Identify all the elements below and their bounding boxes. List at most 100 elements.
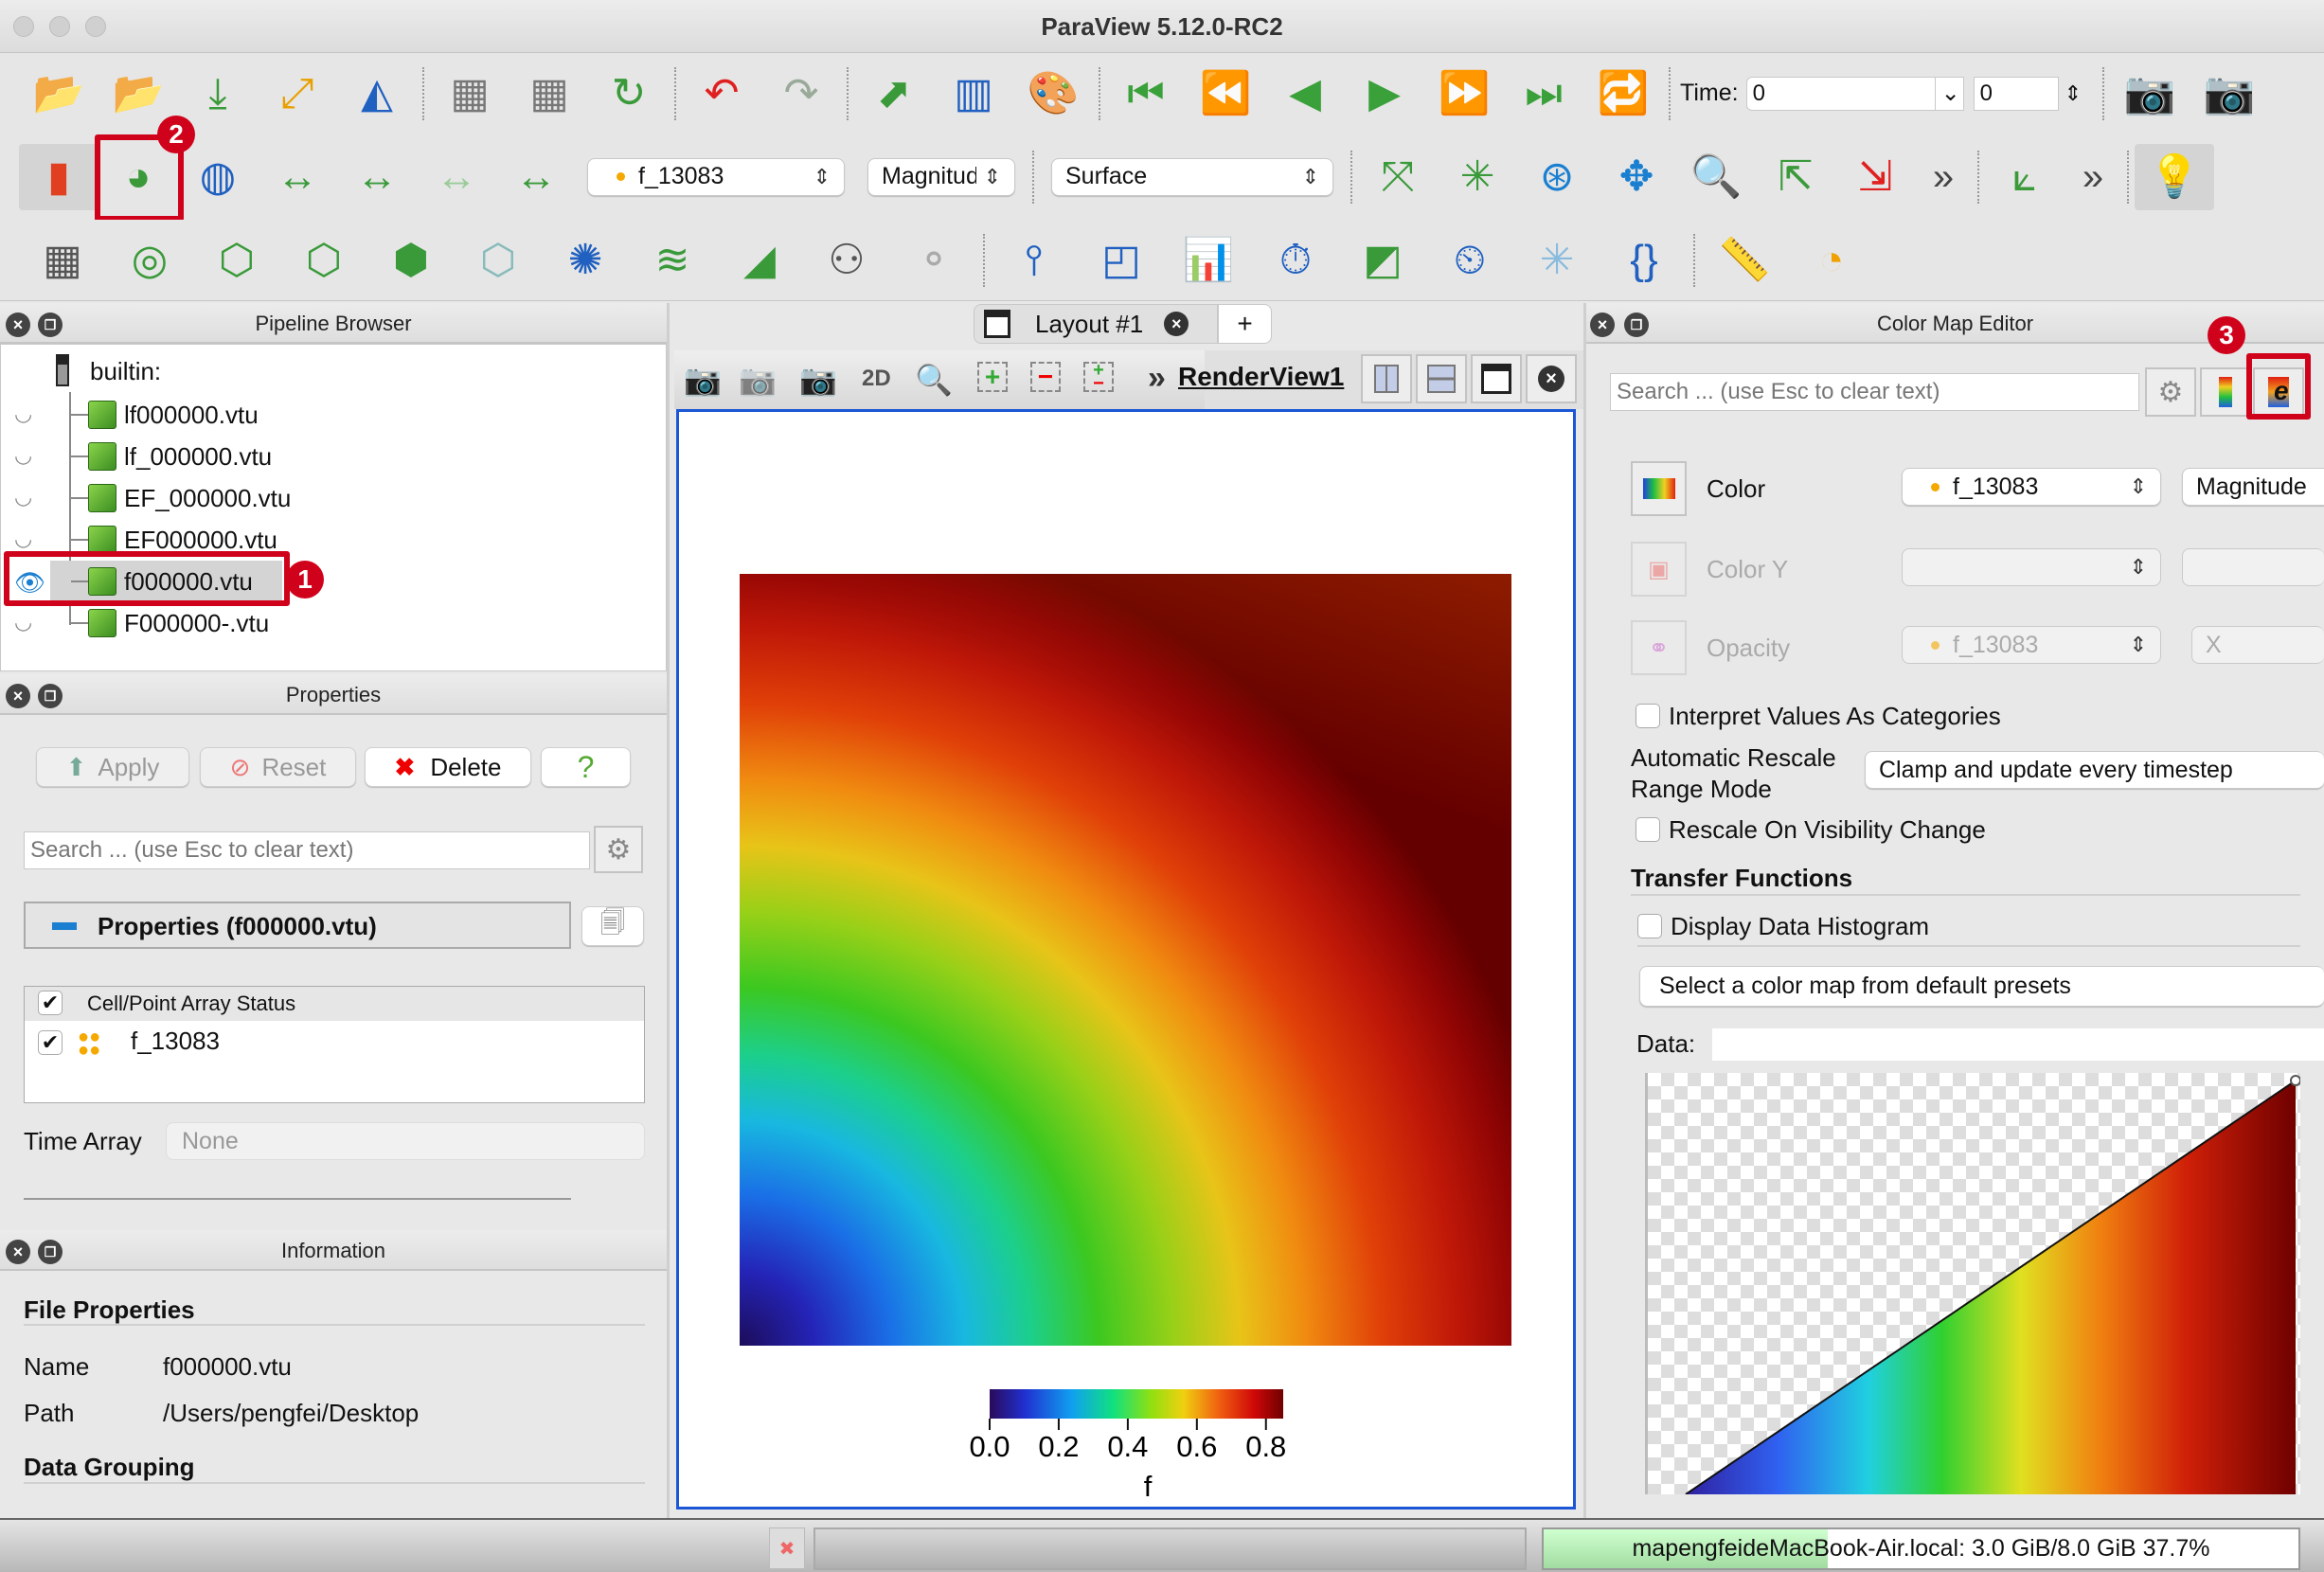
close-panel-icon[interactable]: × xyxy=(6,313,30,337)
close-panel-icon[interactable]: × xyxy=(6,684,30,708)
view-x-icon[interactable]: ⊛ xyxy=(1517,144,1597,210)
data-range-field[interactable] xyxy=(1712,1028,2324,1061)
close-window-button[interactable] xyxy=(13,16,34,37)
interpret-categories-checkbox[interactable] xyxy=(1636,704,1660,728)
auto-rescale-select[interactable]: Clamp and update every timestep xyxy=(1865,751,2324,789)
more-toolbar-button-2[interactable]: » xyxy=(2065,144,2121,210)
color-legend-icon[interactable]: ▮ xyxy=(19,143,98,210)
select-points-icon[interactable]: ◰ xyxy=(1078,227,1165,294)
toggle-selection-icon[interactable]: + − xyxy=(1083,361,1114,393)
plot-over-time-icon[interactable]: ⏱ xyxy=(1252,227,1339,294)
close-panel-icon[interactable]: × xyxy=(6,1240,30,1264)
transfer-function-plot[interactable] xyxy=(1648,1073,2300,1494)
last-frame-icon[interactable]: ⏭ xyxy=(1504,61,1583,127)
help-button[interactable]: ? xyxy=(541,747,631,787)
time-dropdown-chevron-icon[interactable]: ⌄ xyxy=(1935,76,1964,111)
advanced-settings-gear-icon[interactable]: ⚙ xyxy=(594,826,643,873)
ruler-icon[interactable]: 📏 xyxy=(1701,227,1788,294)
threshold-icon[interactable]: ⬢ xyxy=(367,227,455,294)
group-datasets-icon[interactable]: ⚇ xyxy=(803,227,890,294)
color-legend[interactable]: 0.0 0.2 0.4 0.6 0.8 f xyxy=(963,1378,1304,1510)
load-state-icon[interactable]: ▦ xyxy=(509,61,589,127)
clear-progress-icon[interactable]: ✖ xyxy=(769,1527,805,1569)
split-vertical-icon[interactable] xyxy=(1416,354,1467,403)
play-icon[interactable]: ▶ xyxy=(1345,61,1424,127)
first-frame-icon[interactable]: ⏮ xyxy=(1106,61,1186,127)
light-bulb-icon[interactable]: 💡 xyxy=(2135,143,2214,210)
add-layout-tab-button[interactable]: + xyxy=(1218,304,1272,344)
splitter[interactable] xyxy=(1583,303,1586,1518)
reset-button[interactable]: ⊘ Reset xyxy=(200,747,356,787)
timestep-stepper-icon[interactable]: ⇕ xyxy=(2065,81,2082,106)
zoom-to-data-icon[interactable]: ✳ xyxy=(1438,144,1517,210)
histogram-icon[interactable]: 📊 xyxy=(1165,227,1252,294)
capture-screenshot-icon[interactable]: 📷 xyxy=(790,347,847,413)
color-array-select[interactable]: f_13083 ⇕ xyxy=(1902,468,2161,506)
table-row[interactable]: ✔ ●● ●● f_13083 xyxy=(25,1025,644,1063)
tab-layout-1[interactable]: Layout #1 × xyxy=(974,304,1218,344)
zoom-window-button[interactable] xyxy=(85,16,106,37)
properties-group-header[interactable]: Properties (f000000.vtu) xyxy=(24,902,571,949)
contour-icon[interactable]: ◎ xyxy=(106,227,193,294)
calculator-icon[interactable]: ▦ xyxy=(19,227,106,294)
add-camera-icon[interactable]: 📷 xyxy=(2190,61,2269,127)
color-mapping-icon[interactable] xyxy=(1631,461,1687,516)
glyph-icon[interactable]: ✺ xyxy=(542,227,629,294)
select-preset-button[interactable]: Select a color map from default presets xyxy=(1639,966,2324,1007)
color-palette-icon[interactable]: 🎨 xyxy=(1013,61,1093,127)
annotate-time-icon[interactable]: ✳ xyxy=(1513,227,1600,294)
close-view-icon[interactable]: × xyxy=(1526,354,1577,403)
save-data-icon[interactable]: ⤓ xyxy=(178,61,258,127)
probe-line-icon[interactable]: ⫯ xyxy=(991,227,1078,294)
splitter[interactable] xyxy=(667,303,670,1518)
opacity-array-select[interactable]: f_13083 ⇕ xyxy=(1902,626,2161,664)
reset-range-icon[interactable]: ◍ xyxy=(178,144,258,210)
colormap-search-input[interactable]: Search ... (use Esc to clear text) xyxy=(1610,373,2139,411)
toggle-color-legend-icon[interactable] xyxy=(2200,367,2251,417)
extract-subset-icon[interactable]: ⬡ xyxy=(455,227,542,294)
edit-camera-icon[interactable]: 🔍 xyxy=(905,347,962,413)
array-checkbox[interactable]: ✔ xyxy=(38,1030,63,1055)
disconnect-icon[interactable]: ◭ xyxy=(337,61,417,127)
slice-icon[interactable]: ⬡ xyxy=(280,227,367,294)
reset-session-icon[interactable]: ↻ xyxy=(589,61,669,127)
open-recent-icon[interactable]: 📂 xyxy=(98,61,178,127)
color-y-icon[interactable]: ▣ xyxy=(1631,542,1687,597)
capture-camera-icon[interactable]: 📷 xyxy=(2110,61,2190,127)
python-calc-icon[interactable]: {} xyxy=(1600,227,1688,294)
color-y-select[interactable]: ⇕ xyxy=(1902,548,2161,586)
component-select[interactable]: Magnitude ⇕ xyxy=(867,157,1015,196)
opacity-mapping-icon[interactable]: ⚭ xyxy=(1631,620,1687,675)
redo-icon[interactable]: ↷ xyxy=(761,61,841,127)
display-histogram-checkbox[interactable] xyxy=(1637,914,1662,938)
close-panel-icon[interactable]: × xyxy=(1590,313,1615,337)
warp-icon[interactable]: ◢ xyxy=(716,227,803,294)
copy-properties-icon[interactable]: 🗐 xyxy=(581,906,644,946)
deselect-cells-icon[interactable]: − xyxy=(1030,362,1061,392)
play-backward-icon[interactable]: ◀ xyxy=(1265,61,1345,127)
close-tab-icon[interactable]: × xyxy=(1164,312,1189,336)
time-input[interactable]: 0 xyxy=(1745,76,1936,111)
select-cells-icon[interactable]: + xyxy=(977,362,1008,392)
zoom-box-icon[interactable]: 🔍 xyxy=(1676,144,1756,210)
macro-icon[interactable]: ▥ xyxy=(934,61,1013,127)
timestep-spinbox[interactable]: 0 xyxy=(1973,76,2059,111)
extract-level-icon[interactable]: ⚬ xyxy=(890,227,977,294)
python-shell-icon[interactable]: ⬈ xyxy=(854,61,934,127)
float-panel-icon[interactable]: ❐ xyxy=(1624,313,1649,337)
protractor-icon[interactable]: ◔ xyxy=(1788,227,1875,294)
float-panel-icon[interactable]: ❐ xyxy=(38,313,63,337)
rescale-temporal-icon[interactable]: ↔ xyxy=(417,144,496,210)
representation-select[interactable]: Surface ⇕ xyxy=(1051,157,1333,196)
plot-over-line-icon[interactable]: ◩ xyxy=(1339,227,1426,294)
axes-grid-icon[interactable]: ⟀ xyxy=(1985,144,2065,210)
edit-color-map-icon[interactable]: ◕ 2 xyxy=(95,115,195,222)
float-panel-icon[interactable]: ❐ xyxy=(38,1240,63,1264)
eye-closed-icon[interactable]: ◡ xyxy=(14,527,32,551)
previous-frame-icon[interactable]: ⏪ xyxy=(1186,61,1265,127)
array-select[interactable]: f_13083 ⇕ xyxy=(587,157,845,196)
stream-tracer-icon[interactable]: ≋ xyxy=(629,227,716,294)
maximize-view-icon[interactable] xyxy=(1471,354,1522,403)
undo-icon[interactable]: ↶ xyxy=(682,61,761,127)
rescale-visibility-checkbox[interactable] xyxy=(1636,817,1660,842)
